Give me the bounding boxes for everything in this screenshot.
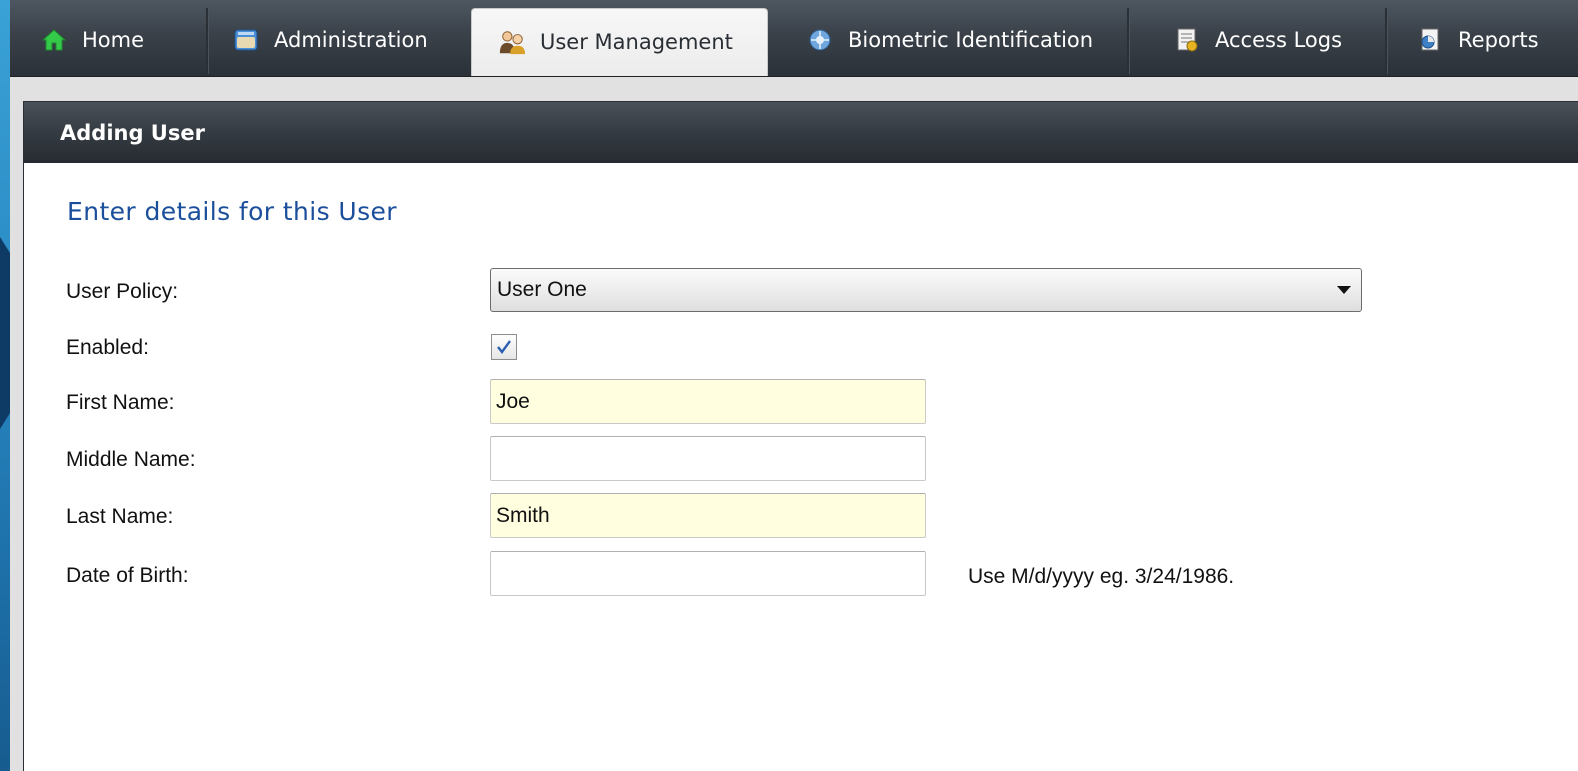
chevron-down-icon	[1337, 286, 1351, 294]
home-icon	[40, 26, 68, 54]
administration-icon	[232, 26, 260, 54]
tab-biometric-identification[interactable]: Biometric Identification	[780, 8, 1125, 74]
tab-bar: Home Administration User Management Biom…	[10, 0, 1578, 77]
date-format-hint: Use M/d/yyyy eg. 3/24/1986.	[968, 565, 1235, 588]
last-name-label: Last Name:	[66, 505, 174, 528]
user-policy-value: User One	[497, 278, 587, 301]
tab-divider	[1127, 8, 1130, 74]
checkmark-icon	[497, 340, 511, 354]
panel-title: Adding User	[24, 102, 1578, 163]
form-subtitle: Enter details for this User	[67, 197, 397, 226]
tab-home[interactable]: Home	[14, 8, 204, 74]
enabled-label: Enabled:	[66, 336, 149, 359]
tab-user-management[interactable]: User Management	[471, 8, 768, 76]
access-logs-icon	[1173, 26, 1201, 54]
last-name-field[interactable]	[490, 493, 926, 538]
tab-divider	[1385, 8, 1388, 74]
first-name-label: First Name:	[66, 391, 175, 414]
first-name-field[interactable]	[490, 379, 926, 424]
tab-label: Biometric Identification	[848, 28, 1094, 52]
user-policy-select[interactable]: User One	[490, 268, 1362, 312]
tab-label: Access Logs	[1215, 28, 1343, 52]
enabled-checkbox[interactable]	[491, 334, 517, 360]
tab-label: Home	[82, 28, 145, 52]
tab-reports[interactable]: Reports	[1390, 8, 1578, 74]
middle-name-field[interactable]	[490, 436, 926, 481]
tab-access-logs[interactable]: Access Logs	[1147, 8, 1361, 74]
date-of-birth-field[interactable]	[490, 551, 926, 596]
tab-administration[interactable]: Administration	[206, 8, 468, 74]
biometric-icon	[806, 26, 834, 54]
date-of-birth-label: Date of Birth:	[66, 564, 189, 587]
tab-label: User Management	[540, 29, 733, 54]
tab-label: Administration	[274, 28, 428, 52]
middle-name-label: Middle Name:	[66, 448, 196, 471]
user-policy-label: User Policy:	[66, 280, 179, 303]
tab-label: Reports	[1458, 28, 1539, 52]
app-window: Home Administration User Management Biom…	[10, 0, 1578, 771]
user-management-icon	[498, 28, 526, 56]
reports-icon	[1416, 26, 1444, 54]
adding-user-panel: Adding User Enter details for this User …	[23, 101, 1578, 771]
